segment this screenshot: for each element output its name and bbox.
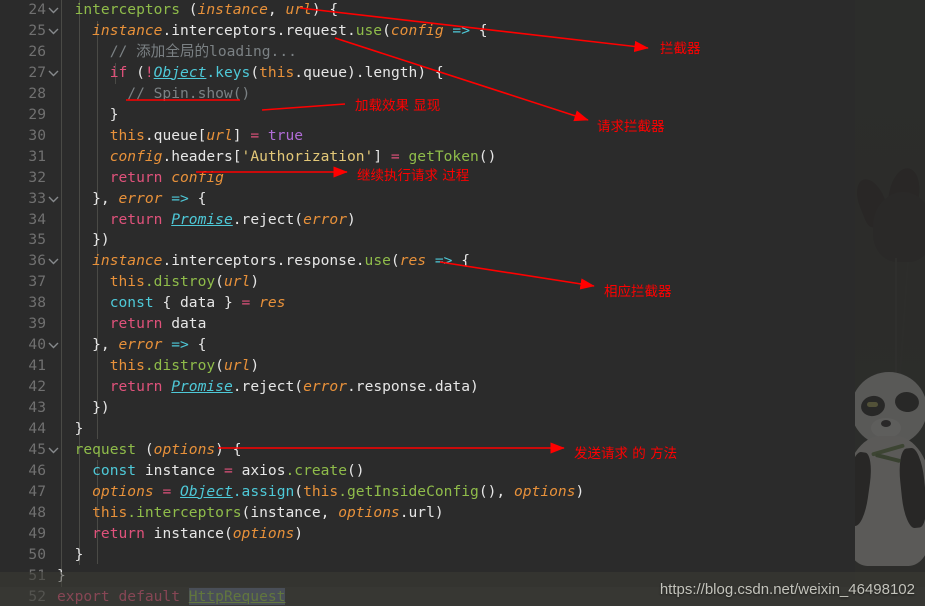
line-number: 29: [28, 105, 46, 123]
code-line-text: // 添加全局的loading...: [57, 42, 297, 60]
code-line-24[interactable]: 24 interceptors (instance, url) {: [0, 0, 925, 21]
line-number: 42: [28, 378, 46, 396]
code-line-text: return Promise.reject(error.response.dat…: [57, 378, 479, 396]
line-number: 26: [28, 42, 46, 60]
line-number: 47: [28, 482, 46, 500]
code-line-text: this.queue[url] = true: [57, 126, 304, 144]
code-line-37[interactable]: 37 this.distroy(url): [0, 272, 925, 293]
code-line-27[interactable]: 27 if (!Object.keys(this.queue).length) …: [0, 63, 925, 84]
code-line-text: config.headers['Authorization'] = getTok…: [57, 147, 497, 165]
code-line-47[interactable]: 47 options = Object.assign(this.getInsid…: [0, 482, 925, 503]
line-number: 45: [28, 441, 46, 459]
line-number: 44: [28, 420, 46, 438]
code-line-text: }: [57, 545, 84, 563]
line-number: 39: [28, 315, 46, 333]
line-number: 43: [28, 399, 46, 417]
code-line-26[interactable]: 26 // 添加全局的loading...: [0, 42, 925, 63]
code-line-25[interactable]: 25 instance.interceptors.request.use(con…: [0, 21, 925, 42]
code-line-text: interceptors (instance, url) {: [57, 1, 339, 18]
code-line-43[interactable]: 43 }): [0, 398, 925, 419]
code-line-36[interactable]: 36 instance.interceptors.response.use(re…: [0, 251, 925, 272]
code-line-30[interactable]: 30 this.queue[url] = true: [0, 126, 925, 147]
code-line-31[interactable]: 31 config.headers['Authorization'] = get…: [0, 147, 925, 168]
code-line-48[interactable]: 48 this.interceptors(instance, options.u…: [0, 503, 925, 524]
code-line-text: return data: [57, 315, 207, 333]
code-line-34[interactable]: 34 return Promise.reject(error): [0, 210, 925, 231]
code-line-text: return Promise.reject(error): [57, 210, 356, 228]
code-line-text: return config: [57, 168, 224, 186]
code-line-text: instance.interceptors.request.use(config…: [57, 21, 488, 39]
code-line-text: instance.interceptors.response.use(res =…: [57, 252, 470, 270]
code-line-text: this.distroy(url): [57, 357, 260, 375]
line-number: 31: [28, 147, 46, 165]
code-line-text: this.interceptors(instance, options.url): [57, 503, 444, 521]
line-number: 36: [28, 252, 46, 270]
code-line-text: return instance(options): [57, 524, 304, 542]
line-number: 27: [28, 63, 46, 81]
line-number: 30: [28, 126, 46, 144]
line-number: 49: [28, 524, 46, 542]
code-line-text: options = Object.assign(this.getInsideCo…: [57, 482, 585, 500]
line-number: 50: [28, 545, 46, 563]
code-line-text: // Spin.show(): [57, 84, 251, 102]
line-number: 33: [28, 189, 46, 207]
code-line-45[interactable]: 45 request (options) {: [0, 440, 925, 461]
line-number: 34: [28, 210, 46, 228]
line-number: 37: [28, 273, 46, 291]
line-number: 28: [28, 84, 46, 102]
code-line-29[interactable]: 29 }: [0, 105, 925, 126]
line-number: 38: [28, 294, 46, 312]
line-number: 32: [28, 168, 46, 186]
line-number: 25: [28, 21, 46, 39]
code-line-41[interactable]: 41 this.distroy(url): [0, 356, 925, 377]
code-line-text: }, error => {: [57, 189, 207, 207]
line-number: 35: [28, 231, 46, 249]
code-line-44[interactable]: 44 }: [0, 419, 925, 440]
line-number: 24: [28, 1, 46, 18]
watermark-url: https://blog.csdn.net/weixin_46498102: [659, 581, 915, 598]
code-line-text: if (!Object.keys(this.queue).length) {: [57, 63, 444, 81]
line-number: 40: [28, 336, 46, 354]
code-line-38[interactable]: 38 const { data } = res: [0, 293, 925, 314]
line-number: 48: [28, 503, 46, 521]
code-line-text: const { data } = res: [57, 294, 286, 312]
code-line-text: request (options) {: [57, 441, 242, 459]
code-line-40[interactable]: 40 }, error => {: [0, 335, 925, 356]
line-number: 41: [28, 357, 46, 375]
line-number: 46: [28, 461, 46, 479]
code-line-text: const instance = axios.create(): [57, 461, 365, 479]
code-line-text: }: [57, 420, 84, 438]
code-line-text: this.distroy(url): [57, 273, 260, 291]
code-line-50[interactable]: 50 }: [0, 545, 925, 566]
code-line-28[interactable]: 28 // Spin.show(): [0, 84, 925, 105]
code-line-49[interactable]: 49 return instance(options): [0, 524, 925, 545]
code-editor[interactable]: 24 interceptors (instance, url) { 25 ins…: [0, 0, 925, 606]
code-line-33[interactable]: 33 }, error => {: [0, 189, 925, 210]
code-line-46[interactable]: 46 const instance = axios.create(): [0, 461, 925, 482]
code-line-35[interactable]: 35 }): [0, 230, 925, 251]
code-line-text: }): [57, 399, 110, 417]
code-line-32[interactable]: 32 return config: [0, 168, 925, 189]
code-line-text: }, error => {: [57, 336, 207, 354]
code-line-text: }: [57, 105, 119, 123]
code-line-39[interactable]: 39 return data: [0, 314, 925, 335]
code-lines[interactable]: 24 interceptors (instance, url) { 25 ins…: [0, 0, 925, 606]
code-line-42[interactable]: 42 return Promise.reject(error.response.…: [0, 377, 925, 398]
code-line-text: }): [57, 231, 110, 249]
